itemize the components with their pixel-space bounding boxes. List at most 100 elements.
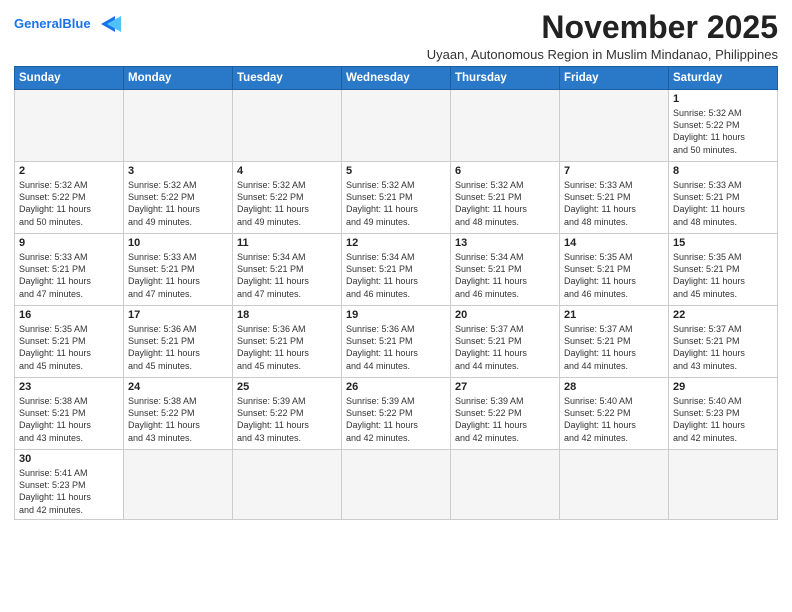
table-row: 3 Sunrise: 5:32 AMSunset: 5:22 PMDaylight… bbox=[124, 162, 233, 234]
table-row: 15Sunrise: 5:35 AMSunset: 5:21 PMDayligh… bbox=[669, 234, 778, 306]
table-row: 7 Sunrise: 5:33 AMSunset: 5:21 PMDaylight… bbox=[560, 162, 669, 234]
table-row bbox=[124, 90, 233, 162]
table-row bbox=[560, 90, 669, 162]
cell-text: Sunrise: 5:32 AMSunset: 5:21 PMDaylight:… bbox=[455, 179, 555, 228]
cell-text: Sunrise: 5:41 AMSunset: 5:23 PMDaylight:… bbox=[19, 467, 119, 516]
day-number: 12 bbox=[346, 237, 446, 249]
table-row: 28 Sunrise: 5:40 AMSunset: 5:22 PMDayligh… bbox=[560, 378, 669, 450]
day-number: 8 bbox=[673, 165, 773, 177]
header-thursday: Thursday bbox=[451, 67, 560, 90]
cell-text: Sunrise: 5:39 AMSunset: 5:22 PMDaylight:… bbox=[455, 395, 555, 444]
cell-text: Sunrise: 5:32 AMSunset: 5:21 PMDaylight:… bbox=[346, 179, 446, 228]
calendar-body: 1Sunrise: 5:32 AMSunset: 5:22 PMDaylight… bbox=[15, 90, 778, 520]
header-wednesday: Wednesday bbox=[342, 67, 451, 90]
table-row: 6 Sunrise: 5:32 AMSunset: 5:21 PMDaylight… bbox=[451, 162, 560, 234]
cell-text: Sunrise: 5:40 AMSunset: 5:23 PMDaylight:… bbox=[673, 395, 773, 444]
table-row: 29Sunrise: 5:40 AMSunset: 5:23 PMDayligh… bbox=[669, 378, 778, 450]
cell-text: Sunrise: 5:38 AMSunset: 5:21 PMDaylight:… bbox=[19, 395, 119, 444]
table-row: 5Sunrise: 5:32 AMSunset: 5:21 PMDaylight… bbox=[342, 162, 451, 234]
cell-text: Sunrise: 5:37 AMSunset: 5:21 PMDaylight:… bbox=[455, 323, 555, 372]
cell-text: Sunrise: 5:33 AMSunset: 5:21 PMDaylight:… bbox=[673, 179, 773, 228]
day-number: 30 bbox=[19, 453, 119, 465]
table-row: 27 Sunrise: 5:39 AMSunset: 5:22 PMDayligh… bbox=[451, 378, 560, 450]
day-number: 3 bbox=[128, 165, 228, 177]
day-number: 21 bbox=[564, 309, 664, 321]
day-number: 28 bbox=[564, 381, 664, 393]
table-row: 23 Sunrise: 5:38 AMSunset: 5:21 PMDayligh… bbox=[15, 378, 124, 450]
location-title: Uyaan, Autonomous Region in Muslim Minda… bbox=[427, 47, 778, 62]
cell-text: Sunrise: 5:38 AMSunset: 5:22 PMDaylight:… bbox=[128, 395, 228, 444]
cell-text: Sunrise: 5:36 AMSunset: 5:21 PMDaylight:… bbox=[128, 323, 228, 372]
day-number: 18 bbox=[237, 309, 337, 321]
table-row: 17Sunrise: 5:36 AMSunset: 5:21 PMDayligh… bbox=[124, 306, 233, 378]
day-number: 24 bbox=[128, 381, 228, 393]
calendar-week-row: 9 Sunrise: 5:33 AMSunset: 5:21 PMDaylight… bbox=[15, 234, 778, 306]
table-row bbox=[124, 450, 233, 520]
day-number: 4 bbox=[237, 165, 337, 177]
day-number: 16 bbox=[19, 309, 119, 321]
table-row bbox=[342, 90, 451, 162]
logo-general: General bbox=[14, 16, 62, 31]
day-number: 25 bbox=[237, 381, 337, 393]
day-number: 22 bbox=[673, 309, 773, 321]
table-row: 13 Sunrise: 5:34 AMSunset: 5:21 PMDayligh… bbox=[451, 234, 560, 306]
table-row: 25 Sunrise: 5:39 AMSunset: 5:22 PMDayligh… bbox=[233, 378, 342, 450]
table-row: 21 Sunrise: 5:37 AMSunset: 5:21 PMDayligh… bbox=[560, 306, 669, 378]
day-number: 10 bbox=[128, 237, 228, 249]
cell-text: Sunrise: 5:33 AMSunset: 5:21 PMDaylight:… bbox=[19, 251, 119, 300]
calendar-week-row: 30 Sunrise: 5:41 AMSunset: 5:23 PMDayligh… bbox=[15, 450, 778, 520]
header-saturday: Saturday bbox=[669, 67, 778, 90]
day-number: 20 bbox=[455, 309, 555, 321]
day-number: 27 bbox=[455, 381, 555, 393]
table-row: 10 Sunrise: 5:33 AMSunset: 5:21 PMDayligh… bbox=[124, 234, 233, 306]
day-number: 6 bbox=[455, 165, 555, 177]
day-number: 2 bbox=[19, 165, 119, 177]
header-friday: Friday bbox=[560, 67, 669, 90]
table-row: 12Sunrise: 5:34 AMSunset: 5:21 PMDayligh… bbox=[342, 234, 451, 306]
table-row: 4Sunrise: 5:32 AMSunset: 5:22 PMDaylight… bbox=[233, 162, 342, 234]
logo-text: GeneralBlue bbox=[14, 17, 91, 31]
header-area: GeneralBlue November 2025 Uyaan, Autonom… bbox=[14, 10, 778, 62]
calendar-table: Sunday Monday Tuesday Wednesday Thursday… bbox=[14, 66, 778, 520]
cell-text: Sunrise: 5:37 AMSunset: 5:21 PMDaylight:… bbox=[673, 323, 773, 372]
cell-text: Sunrise: 5:32 AMSunset: 5:22 PMDaylight:… bbox=[19, 179, 119, 228]
day-number: 23 bbox=[19, 381, 119, 393]
table-row: 8 Sunrise: 5:33 AMSunset: 5:21 PMDaylight… bbox=[669, 162, 778, 234]
cell-text: Sunrise: 5:35 AMSunset: 5:21 PMDaylight:… bbox=[19, 323, 119, 372]
table-row: 14 Sunrise: 5:35 AMSunset: 5:21 PMDayligh… bbox=[560, 234, 669, 306]
calendar-week-row: 1Sunrise: 5:32 AMSunset: 5:22 PMDaylight… bbox=[15, 90, 778, 162]
cell-text: Sunrise: 5:33 AMSunset: 5:21 PMDaylight:… bbox=[564, 179, 664, 228]
table-row: 1Sunrise: 5:32 AMSunset: 5:22 PMDaylight… bbox=[669, 90, 778, 162]
table-row bbox=[451, 450, 560, 520]
table-row bbox=[560, 450, 669, 520]
cell-text: Sunrise: 5:36 AMSunset: 5:21 PMDaylight:… bbox=[346, 323, 446, 372]
header-tuesday: Tuesday bbox=[233, 67, 342, 90]
table-row: 22 Sunrise: 5:37 AMSunset: 5:21 PMDayligh… bbox=[669, 306, 778, 378]
cell-text: Sunrise: 5:37 AMSunset: 5:21 PMDaylight:… bbox=[564, 323, 664, 372]
table-row bbox=[15, 90, 124, 162]
table-row: 18Sunrise: 5:36 AMSunset: 5:21 PMDayligh… bbox=[233, 306, 342, 378]
cell-text: Sunrise: 5:40 AMSunset: 5:22 PMDaylight:… bbox=[564, 395, 664, 444]
cell-text: Sunrise: 5:39 AMSunset: 5:22 PMDaylight:… bbox=[237, 395, 337, 444]
cell-text: Sunrise: 5:34 AMSunset: 5:21 PMDaylight:… bbox=[455, 251, 555, 300]
table-row: 20 Sunrise: 5:37 AMSunset: 5:21 PMDayligh… bbox=[451, 306, 560, 378]
calendar-page: GeneralBlue November 2025 Uyaan, Autonom… bbox=[0, 0, 792, 612]
day-number: 19 bbox=[346, 309, 446, 321]
day-number: 13 bbox=[455, 237, 555, 249]
cell-text: Sunrise: 5:33 AMSunset: 5:21 PMDaylight:… bbox=[128, 251, 228, 300]
cell-text: Sunrise: 5:32 AMSunset: 5:22 PMDaylight:… bbox=[128, 179, 228, 228]
table-row bbox=[451, 90, 560, 162]
cell-text: Sunrise: 5:35 AMSunset: 5:21 PMDaylight:… bbox=[673, 251, 773, 300]
table-row: 19 Sunrise: 5:36 AMSunset: 5:21 PMDayligh… bbox=[342, 306, 451, 378]
day-number: 11 bbox=[237, 237, 337, 249]
day-number: 14 bbox=[564, 237, 664, 249]
day-number: 7 bbox=[564, 165, 664, 177]
day-number: 9 bbox=[19, 237, 119, 249]
calendar-week-row: 23 Sunrise: 5:38 AMSunset: 5:21 PMDayligh… bbox=[15, 378, 778, 450]
table-row: 9 Sunrise: 5:33 AMSunset: 5:21 PMDaylight… bbox=[15, 234, 124, 306]
header-monday: Monday bbox=[124, 67, 233, 90]
table-row: 16 Sunrise: 5:35 AMSunset: 5:21 PMDayligh… bbox=[15, 306, 124, 378]
month-title: November 2025 bbox=[427, 10, 778, 45]
cell-text: Sunrise: 5:35 AMSunset: 5:21 PMDaylight:… bbox=[564, 251, 664, 300]
weekday-header-row: Sunday Monday Tuesday Wednesday Thursday… bbox=[15, 67, 778, 90]
